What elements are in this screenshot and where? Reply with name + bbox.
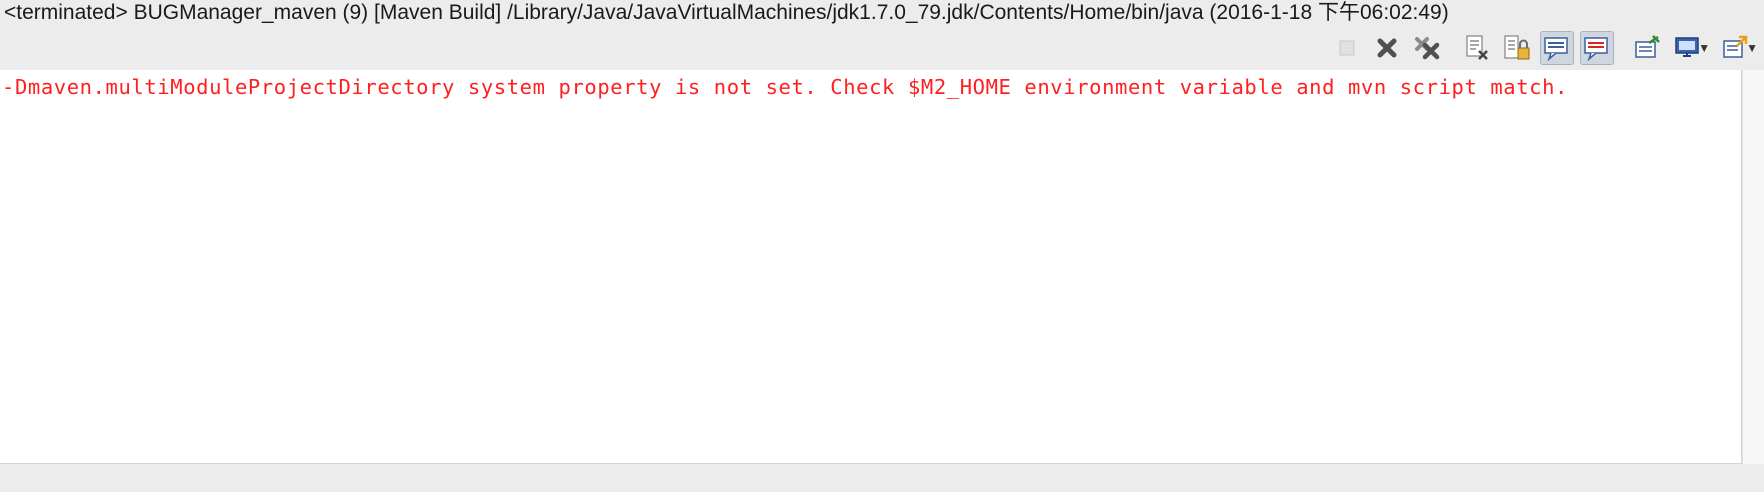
console-output[interactable]: -Dmaven.multiModuleProjectDirectory syst… — [0, 70, 1742, 464]
show-console-stdout-icon — [1544, 37, 1568, 62]
open-console-icon — [1723, 35, 1748, 58]
vertical-scrollbar[interactable] — [1742, 70, 1764, 464]
console-toolbar: ▼ ▼ — [0, 28, 1764, 68]
remove-all-terminated-icon — [1415, 37, 1440, 60]
display-selected-console-icon — [1675, 37, 1699, 57]
pin-console-icon — [1635, 35, 1661, 58]
chevron-down-icon[interactable]: ▼ — [1746, 41, 1758, 55]
remove-all-terminated-button[interactable] — [1410, 31, 1444, 65]
clear-console-icon — [1466, 35, 1489, 60]
show-console-stderr-icon — [1584, 37, 1608, 62]
console-title: <terminated> BUGManager_maven (9) [Maven… — [4, 1, 1449, 24]
show-console-stderr-button[interactable] — [1580, 31, 1615, 65]
remove-launch-button[interactable] — [1370, 31, 1404, 65]
pin-console-button[interactable] — [1630, 31, 1664, 65]
scroll-lock-icon — [1504, 35, 1530, 60]
chevron-down-icon[interactable]: ▼ — [1698, 41, 1710, 55]
terminate-icon — [1339, 40, 1355, 56]
terminate-button[interactable] — [1330, 31, 1364, 65]
scroll-lock-button[interactable] — [1500, 31, 1534, 65]
console-error-line: -Dmaven.multiModuleProjectDirectory syst… — [2, 75, 1568, 99]
remove-launch-icon — [1377, 38, 1397, 58]
clear-console-button[interactable] — [1460, 31, 1494, 65]
show-console-stdout-button[interactable] — [1540, 31, 1575, 65]
